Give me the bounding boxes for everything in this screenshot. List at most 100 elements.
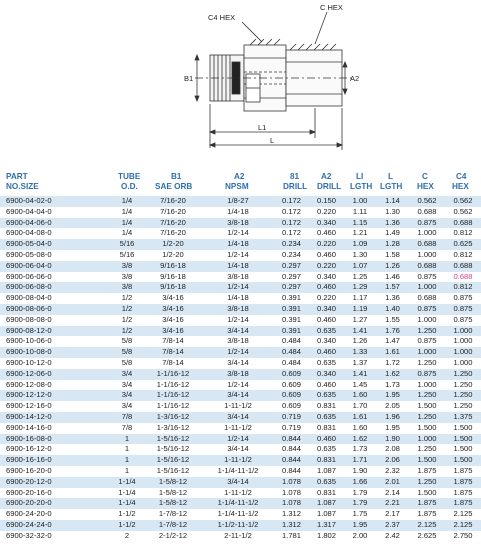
l1-length-cell: 1.33: [344, 347, 376, 358]
part-number-cell: 6900-24-24-0: [0, 519, 110, 531]
b1-sae-orb-cell: 1-1/16-12: [144, 379, 202, 391]
table-row: 6900-12-06-0 3/4 1-1/16-12 3/8-18 0.609 0.340…: [0, 368, 481, 380]
c-hex-cell: 0.875: [409, 303, 445, 315]
a2-npsm-cell: 1/4-18: [202, 206, 274, 218]
table-row: 6900-06-04-0 3/8 9/16-18 1/4-18 0.297 0.220 1.…: [0, 260, 481, 272]
c4-hex-cell: 0.688: [445, 260, 481, 272]
table-row: 6900-12-16-0 3/4 1-1/16-12 1-11-1/2 0.609 0.8…: [0, 401, 481, 412]
b1-drill-cell: 0.844: [274, 455, 309, 466]
part-number-cell: 6900-16-16-0: [0, 455, 110, 466]
a2-drill-cell: 1.087: [309, 465, 344, 477]
b1-sae-orb-cell: 7/8-14: [144, 347, 202, 358]
table-row: 6900-24-20-0 1-1/2 1-7/8-12 1-1/4-11-1/2 1.3…: [0, 509, 481, 520]
b1-drill-cell: 0.609: [274, 390, 309, 402]
part-number-cell: 6900-16-20-0: [0, 465, 110, 477]
l-length-cell: 2.14: [376, 487, 409, 499]
c-hex-cell: 1.000: [409, 347, 445, 358]
l1-length-cell: 1.07: [344, 260, 376, 272]
table-row: 6900-12-08-0 3/4 1-1/16-12 1/2-14 0.609 0.460…: [0, 379, 481, 391]
a2-npsm-cell: 3/4-14: [202, 444, 274, 456]
tube-od-cell: 3/8: [110, 271, 144, 283]
table-row: 6900-24-24-0 1-1/2 1-7/8-12 1-1/2-11-1/2 1.3…: [0, 519, 481, 531]
c4-hex-cell: 1.875: [445, 476, 481, 488]
table-row: 6900-16-12-0 1 1-5/16-12 3/4-14 0.844 0.635 1.…: [0, 444, 481, 456]
part-number-cell: 6900-08-12-0: [0, 325, 110, 337]
b1-sae-orb-cell: 3/4-16: [144, 293, 202, 304]
a2-drill-cell: 0.150: [309, 196, 344, 207]
l1-length-cell: 1.00: [344, 196, 376, 207]
table-row: 6900-10-06-0 5/8 7/8-14 3/8-18 0.484 0.340 1.2…: [0, 336, 481, 348]
header-c-hex-sub: HEX: [417, 182, 434, 191]
c-hex-cell: 0.688: [409, 239, 445, 250]
part-number-cell: 6900-06-04-0: [0, 260, 110, 272]
tube-od-cell: 1: [110, 465, 144, 477]
part-number-cell: 6900-12-12-0: [0, 390, 110, 402]
part-number-cell: 6900-10-06-0: [0, 336, 110, 348]
table-row: 6900-05-04-0 5/16 1/2-20 1/4-18 0.234 0.220 1.…: [0, 239, 481, 250]
b1-drill-cell: 0.484: [274, 357, 309, 369]
c4-hex-cell: 0.688: [445, 271, 481, 283]
tube-od-cell: 1-1/4: [110, 476, 144, 488]
part-number-cell: 6900-04-04-0: [0, 206, 110, 218]
tube-od-cell: 1/2: [110, 325, 144, 337]
b1-drill-cell: 0.172: [274, 206, 309, 218]
c4-hex-cell: 0.812: [445, 282, 481, 294]
tube-od-cell: 5/8: [110, 357, 144, 369]
table-row: 6900-20-16-0 1-1/4 1-5/8-12 1-11-1/2 1.078 0.…: [0, 487, 481, 499]
part-number-cell: 6900-05-04-0: [0, 239, 110, 250]
a2-npsm-cell: 1-1/4-11-1/2: [202, 498, 274, 510]
a2-drill-cell: 0.220: [309, 206, 344, 218]
c-hex-cell: 0.562: [409, 196, 445, 207]
c-hex-cell: 0.875: [409, 271, 445, 283]
l1-length-cell: 1.19: [344, 303, 376, 315]
a2-drill-cell: 0.460: [309, 228, 344, 240]
l-length-cell: 1.30: [376, 206, 409, 218]
tube-od-cell: 3/4: [110, 379, 144, 391]
table-row: 6900-04-04-0 1/4 7/16-20 1/4-18 0.172 0.220 1.…: [0, 206, 481, 218]
b1-drill-cell: 1.078: [274, 487, 309, 499]
a2-npsm-cell: 1/4-18: [202, 239, 274, 250]
c-hex-cell: 1.250: [409, 476, 445, 488]
b1-drill-cell: 1.312: [274, 509, 309, 520]
a2-npsm-cell: 3/8-18: [202, 303, 274, 315]
table-row: 6900-06-08-0 3/8 9/16-18 1/2-14 0.297 0.460 1.…: [0, 282, 481, 294]
tube-od-cell: 1-1/2: [110, 509, 144, 520]
tube-od-cell: 2: [110, 530, 144, 542]
a2-npsm-cell: 3/4-14: [202, 325, 274, 337]
header-l-sub: LGTH: [380, 182, 403, 191]
tube-od-cell: 1-1/2: [110, 519, 144, 531]
a2-drill-cell: 0.460: [309, 433, 344, 445]
l-length-cell: 1.95: [376, 422, 409, 434]
l1-length-cell: 1.61: [344, 411, 376, 423]
l-length-cell: 1.58: [376, 249, 409, 261]
header-c-hex: C: [422, 172, 428, 181]
header-b1-sub: SAE ORB: [155, 182, 193, 191]
fitting-drawing: C4 HEX C HEX B1 A2 L1 L: [184, 3, 359, 150]
c-hex-cell: 1.250: [409, 325, 445, 337]
b1-sae-orb-cell: 1/2-20: [144, 249, 202, 261]
b1-drill-cell: 0.172: [274, 217, 309, 229]
table-row: 6900-14-12-0 7/8 1-3/16-12 3/4-14 0.719 0.635…: [0, 411, 481, 423]
a2-drill-cell: 0.460: [309, 379, 344, 391]
l1-length-cell: 1.90: [344, 465, 376, 477]
part-number-cell: 6900-08-06-0: [0, 303, 110, 315]
b1-drill-cell: 0.172: [274, 228, 309, 240]
b1-sae-orb-cell: 1-3/16-12: [144, 422, 202, 434]
a2-npsm-cell: 1/2-14: [202, 379, 274, 391]
c4-hex-cell: 1.500: [445, 444, 481, 456]
header-tube: TUBE: [118, 172, 141, 181]
l-length-cell: 1.90: [376, 433, 409, 445]
c-hex-cell: 1.500: [409, 455, 445, 466]
header-c4-hex-sub: HEX: [452, 182, 469, 191]
c-hex-cell: 1.250: [409, 411, 445, 423]
l1-length-cell: 1.66: [344, 476, 376, 488]
tube-od-cell: 5/8: [110, 336, 144, 348]
l-length-cell: 1.49: [376, 228, 409, 240]
a2-npsm-cell: 2-11-1/2: [202, 530, 274, 542]
c4-hex-cell: 1.500: [445, 433, 481, 445]
b1-drill-cell: 1.078: [274, 498, 309, 510]
a2-npsm-cell: 1-1/2-11-1/2: [202, 519, 274, 531]
c4-hex-label: C4 HEX: [208, 13, 235, 22]
l1-length-cell: 1.60: [344, 390, 376, 402]
part-number-cell: 6900-20-16-0: [0, 487, 110, 499]
